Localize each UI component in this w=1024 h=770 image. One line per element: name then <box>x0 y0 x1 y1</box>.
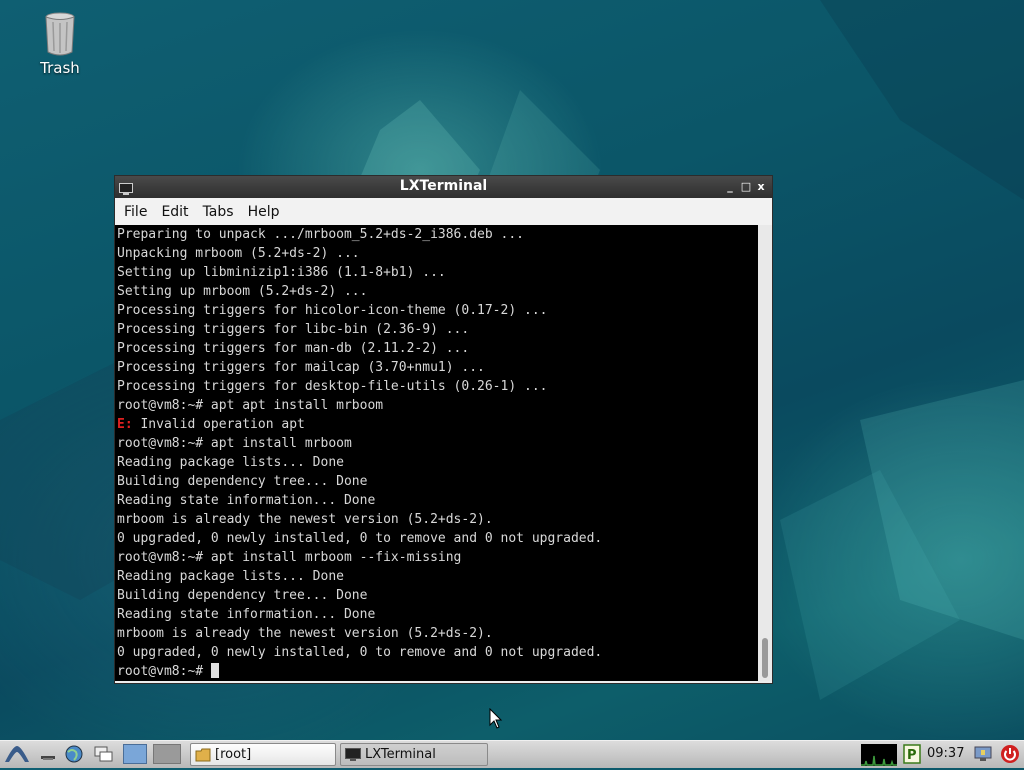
updates-icon: P <box>903 744 921 764</box>
folder-icon <box>195 748 211 762</box>
workspace-1-button[interactable] <box>122 743 148 765</box>
svg-text:P: P <box>907 748 917 763</box>
window-titlebar[interactable]: LXTerminal _ □ x <box>115 176 772 198</box>
web-browser-launcher[interactable] <box>62 743 86 765</box>
terminal-line: Reading package lists... Done <box>117 455 344 470</box>
show-desktop-icon <box>41 756 55 760</box>
package-updater-button[interactable]: P <box>902 743 922 765</box>
terminal-line: Processing triggers for man-db (2.11.2-2… <box>117 341 470 356</box>
terminal-line: Building dependency tree... Done <box>117 474 368 489</box>
cpu-graph <box>861 755 897 766</box>
taskbar-task-root[interactable]: [root] <box>190 743 336 766</box>
start-menu-button[interactable] <box>2 743 32 765</box>
power-icon <box>1001 745 1019 763</box>
terminal-prompt-line[interactable]: root@vm8:~# <box>115 662 758 681</box>
workspace-icon <box>153 744 181 764</box>
terminal-line: Building dependency tree... Done <box>117 588 368 603</box>
window-title: LXTerminal <box>399 178 488 194</box>
screen-lock-button[interactable] <box>972 743 994 765</box>
workspace-2-button[interactable] <box>152 743 182 765</box>
trash-label: Trash <box>40 59 80 77</box>
terminal-line: Reading state information... Done <box>117 493 376 508</box>
error-prefix: E: <box>117 417 133 432</box>
terminal-line: Processing triggers for libc-bin (2.36-9… <box>117 322 470 337</box>
terminal-line: Reading state information... Done <box>117 607 376 622</box>
lxterminal-window[interactable]: LXTerminal _ □ x File Edit Tabs Help Pre… <box>114 175 773 684</box>
terminal-line: Processing triggers for mailcap (3.70+nm… <box>117 360 485 375</box>
terminal-line: Setting up libminizip1:i386 (1.1-8+b1) .… <box>117 265 446 280</box>
mouse-pointer-icon <box>489 708 503 729</box>
windows-icon <box>94 746 113 762</box>
task-label: [root] <box>215 747 252 762</box>
menu-file[interactable]: File <box>117 204 154 220</box>
logout-button[interactable] <box>998 743 1022 765</box>
lxde-logo-icon <box>5 746 29 762</box>
terminal-line: 0 upgraded, 0 newly installed, 0 to remo… <box>117 531 603 546</box>
taskbar: [root] LXTerminal P 09:37 <box>0 740 1024 768</box>
terminal-scrollbar[interactable] <box>758 225 772 681</box>
minimize-all-windows-button[interactable] <box>38 743 58 765</box>
terminal-line: Processing triggers for hicolor-icon-the… <box>117 303 548 318</box>
terminal-line: Setting up mrboom (5.2+ds-2) ... <box>117 284 368 299</box>
maximize-button[interactable]: □ <box>738 178 754 196</box>
terminal-line: 0 upgraded, 0 newly installed, 0 to remo… <box>117 645 603 660</box>
close-button[interactable]: x <box>753 178 769 196</box>
terminal-line: mrboom is already the newest version (5.… <box>117 512 493 527</box>
cpu-monitor[interactable] <box>861 744 897 766</box>
terminal-cursor <box>210 663 219 678</box>
globe-icon <box>65 745 83 763</box>
terminal-line: root@vm8:~# apt install mrboom <box>117 436 352 451</box>
terminal-line: Processing triggers for desktop-file-uti… <box>117 379 548 394</box>
terminal-line: Reading package lists... Done <box>117 569 344 584</box>
task-label: LXTerminal <box>365 747 436 762</box>
terminal-prompt: root@vm8:~# <box>117 664 211 679</box>
terminal-error-line: E: Invalid operation apt <box>115 415 758 434</box>
terminal-line: root@vm8:~# apt apt install mrboom <box>117 398 384 413</box>
terminal-output[interactable]: Preparing to unpack .../mrboom_5.2+ds-2_… <box>115 225 758 681</box>
menu-bar: File Edit Tabs Help <box>115 198 772 225</box>
taskbar-task-lxterminal[interactable]: LXTerminal <box>340 743 488 766</box>
trash-icon <box>30 12 90 56</box>
trash-desktop-icon[interactable]: Trash <box>30 12 90 77</box>
menu-tabs[interactable]: Tabs <box>196 204 241 220</box>
terminal-line: root@vm8:~# apt install mrboom --fix-mis… <box>117 550 462 565</box>
terminal-line: Preparing to unpack .../mrboom_5.2+ds-2_… <box>117 227 524 242</box>
minimize-button[interactable]: _ <box>722 178 738 196</box>
terminal-icon <box>345 748 361 761</box>
clock[interactable]: 09:37 <box>927 746 964 761</box>
error-message: Invalid operation apt <box>132 417 305 432</box>
scrollbar-thumb[interactable] <box>762 638 768 678</box>
terminal-line: mrboom is already the newest version (5.… <box>117 626 493 641</box>
file-manager-launcher[interactable] <box>92 743 116 765</box>
workspace-icon <box>123 744 147 764</box>
menu-edit[interactable]: Edit <box>154 204 195 220</box>
terminal-line: Unpacking mrboom (5.2+ds-2) ... <box>117 246 360 261</box>
menu-help[interactable]: Help <box>241 204 287 220</box>
monitor-lock-icon <box>974 746 992 761</box>
